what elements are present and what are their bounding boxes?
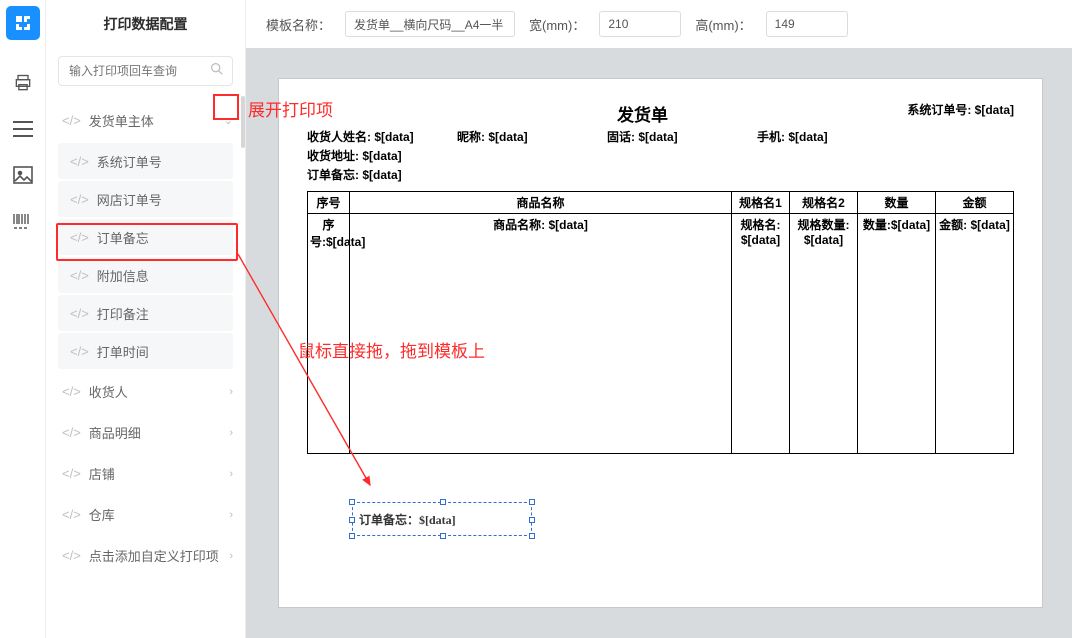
code-icon: </> xyxy=(62,466,81,481)
tree-node-custom[interactable]: </>点击添加自定义打印项› xyxy=(46,535,245,576)
th-spec1: 规格名1 xyxy=(732,192,790,214)
th-spec2: 规格名2 xyxy=(790,192,858,214)
resize-handle[interactable] xyxy=(529,499,535,505)
code-icon: </> xyxy=(62,113,81,128)
th-qty: 数量 xyxy=(858,192,936,214)
td-spec1: 规格名: $[data] xyxy=(732,214,790,454)
paper-mobile: 手机: $[data] xyxy=(757,128,907,145)
paper-sysorder: 系统订单号: $[data] xyxy=(907,101,1014,126)
th-amt: 金额 xyxy=(936,192,1014,214)
paper-memo: 订单备忘: $[data] xyxy=(307,166,402,183)
resize-handle[interactable] xyxy=(529,517,535,523)
resize-handle[interactable] xyxy=(349,499,355,505)
tpl-name-input[interactable] xyxy=(345,11,515,37)
tree-node-shop[interactable]: </>店铺› xyxy=(46,453,245,494)
goods-table[interactable]: 序号 商品名称 规格名1 规格名2 数量 金额 序号:$[data] 商品名称:… xyxy=(307,191,1014,454)
chevron-right-icon[interactable]: › xyxy=(229,509,233,521)
tpl-width-input[interactable] xyxy=(599,11,681,37)
chevron-right-icon[interactable]: › xyxy=(229,427,233,439)
config-sidebar: 打印数据配置 </>发货单主体⌄ </>系统订单号 </>网店订单号 </>订单… xyxy=(46,0,246,638)
td-qty: 数量:$[data] xyxy=(858,214,936,454)
menu-icon[interactable] xyxy=(12,118,34,140)
resize-handle[interactable] xyxy=(440,533,446,539)
td-spec2: 规格数量: $[data] xyxy=(790,214,858,454)
td-name: 商品名称: $[data] xyxy=(350,214,732,454)
tree-node-goods[interactable]: </>商品明细› xyxy=(46,412,245,453)
th-seq: 序号 xyxy=(308,192,350,214)
code-icon: </> xyxy=(62,384,81,399)
chevron-right-icon[interactable]: › xyxy=(229,386,233,398)
tree-node-memo[interactable]: </>订单备忘 xyxy=(58,219,233,255)
search-input[interactable] xyxy=(58,56,233,86)
code-icon: </> xyxy=(70,268,89,283)
tree-node-printnote[interactable]: </>打印备注 xyxy=(58,295,233,331)
template-topbar: 模板名称： 宽(mm)： 高(mm)： xyxy=(246,0,1072,48)
sidebar-scroll-thumb[interactable] xyxy=(241,96,245,148)
dragged-field-label: 订单备忘：$[data] xyxy=(359,511,456,528)
code-icon: </> xyxy=(62,425,81,440)
tree-node-printtime[interactable]: </>打单时间 xyxy=(58,333,233,369)
paper-addr: 收货地址: $[data] xyxy=(307,147,402,164)
tree-node-main[interactable]: </>发货单主体⌄ xyxy=(46,100,245,141)
code-icon: </> xyxy=(70,230,89,245)
tpl-height-input[interactable] xyxy=(766,11,848,37)
chevron-right-icon[interactable]: › xyxy=(229,468,233,480)
field-tree: </>发货单主体⌄ </>系统订单号 </>网店订单号 </>订单备忘 </>附… xyxy=(46,100,245,576)
image-icon[interactable] xyxy=(12,164,34,186)
th-name: 商品名称 xyxy=(350,192,732,214)
paper-title: 发货单 xyxy=(617,101,668,126)
code-icon: </> xyxy=(62,507,81,522)
td-seq: 序号:$[data] xyxy=(308,214,350,454)
chevron-down-icon[interactable]: ⌄ xyxy=(224,114,233,127)
resize-handle[interactable] xyxy=(440,499,446,505)
resize-handle[interactable] xyxy=(529,533,535,539)
dragged-field[interactable]: 订单备忘：$[data] xyxy=(352,502,532,536)
td-amt: 金额: $[data] xyxy=(936,214,1014,454)
barcode-icon[interactable] xyxy=(12,210,34,232)
left-icon-rail xyxy=(0,0,46,638)
resize-handle[interactable] xyxy=(349,517,355,523)
tpl-name-label: 模板名称： xyxy=(266,15,331,34)
chevron-right-icon[interactable]: › xyxy=(229,550,233,562)
tree-node-warehouse[interactable]: </>仓库› xyxy=(46,494,245,535)
sidebar-title: 打印数据配置 xyxy=(46,0,245,48)
tpl-width-label: 宽(mm)： xyxy=(529,15,585,34)
template-paper[interactable]: 发货单 系统订单号: $[data] 收货人姓名: $[data] 昵称: $[… xyxy=(278,78,1043,608)
paper-recvname: 收货人姓名: $[data] xyxy=(307,128,457,145)
tree-node-extra[interactable]: </>附加信息 xyxy=(58,257,233,293)
code-icon: </> xyxy=(70,192,89,207)
printer-icon[interactable] xyxy=(12,72,34,94)
code-icon: </> xyxy=(70,306,89,321)
tree-node-receiver[interactable]: </>收货人› xyxy=(46,371,245,412)
paper-tel: 固话: $[data] xyxy=(607,128,757,145)
code-icon: </> xyxy=(62,548,81,563)
tree-node-shoporder[interactable]: </>网店订单号 xyxy=(58,181,233,217)
tpl-height-label: 高(mm)： xyxy=(695,15,751,34)
tree-node-sysorder[interactable]: </>系统订单号 xyxy=(58,143,233,179)
paper-nick: 昵称: $[data] xyxy=(457,128,607,145)
app-logo xyxy=(6,6,40,40)
code-icon: </> xyxy=(70,344,89,359)
editor-stage[interactable]: 发货单 系统订单号: $[data] 收货人姓名: $[data] 昵称: $[… xyxy=(246,48,1072,638)
resize-handle[interactable] xyxy=(349,533,355,539)
search-wrap xyxy=(46,48,245,100)
code-icon: </> xyxy=(70,154,89,169)
search-icon[interactable] xyxy=(210,62,223,78)
